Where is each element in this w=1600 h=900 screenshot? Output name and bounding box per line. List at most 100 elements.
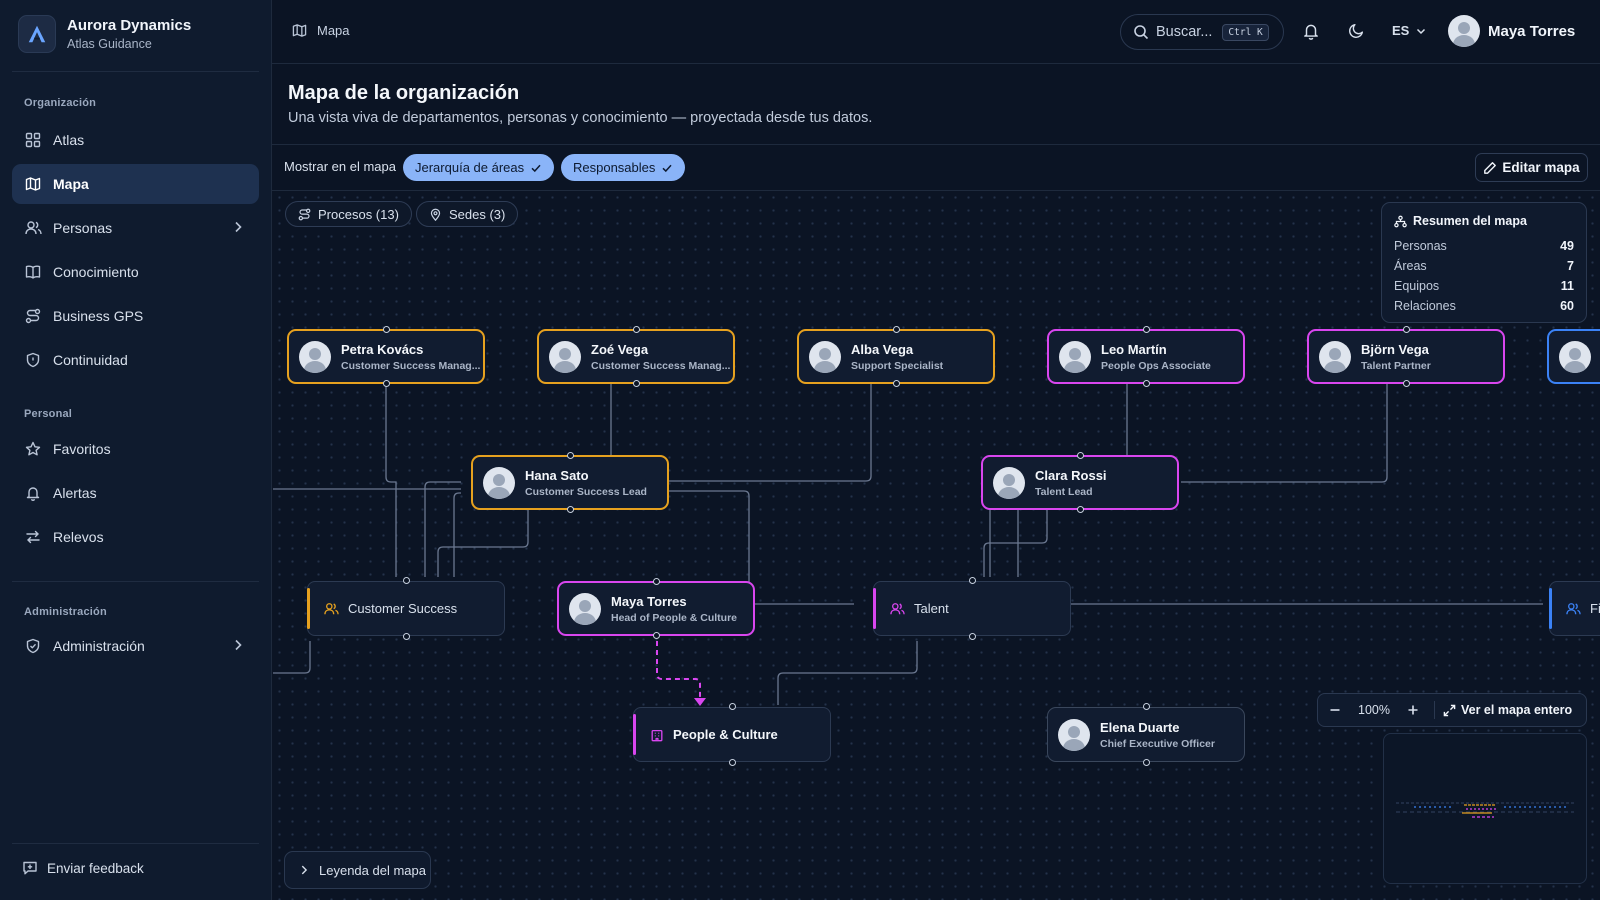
- avatar: [299, 340, 331, 373]
- zoom-in-button[interactable]: [1396, 704, 1430, 716]
- map-summary-panel: Resumen del mapa Personas 49 Áreas 7 Equip…: [1381, 202, 1587, 323]
- sidebar-item-label: Continuidad: [53, 352, 128, 368]
- summary-row: Relaciones 60: [1394, 296, 1574, 316]
- person-node[interactable]: Clara Rossi Talent Lead: [981, 452, 1179, 513]
- chip-responsables[interactable]: Responsables: [561, 154, 686, 181]
- chip-label: Responsables: [573, 160, 656, 175]
- route-icon: [298, 208, 311, 221]
- summary-value: 7: [1567, 259, 1574, 273]
- person-node[interactable]: Petra Kovács Customer Success Manag...: [287, 326, 485, 387]
- moon-icon[interactable]: [1348, 22, 1365, 39]
- summary-value: 11: [1560, 279, 1574, 293]
- tag-label: Procesos (13): [318, 206, 399, 222]
- handle[interactable]: [632, 326, 640, 333]
- map-legend-button[interactable]: Leyenda del mapa: [284, 851, 431, 889]
- user-name: Maya Torres: [1488, 22, 1576, 40]
- handle[interactable]: [632, 380, 640, 387]
- handle[interactable]: [968, 577, 976, 584]
- person-node[interactable]: Maya Torres Head of People & Culture: [557, 578, 755, 639]
- person-node[interactable]: [1547, 329, 1600, 384]
- person-name: Björn Vega: [1361, 341, 1429, 357]
- person-node[interactable]: Björn Vega Talent Partner: [1307, 326, 1505, 387]
- handle[interactable]: [892, 326, 900, 333]
- sidebar-item-continuidad[interactable]: Continuidad: [12, 340, 259, 380]
- handle[interactable]: [566, 452, 574, 459]
- zoom-level: 100%: [1358, 703, 1390, 717]
- users-icon: [324, 602, 339, 616]
- sidebar-item-conocimiento[interactable]: Conocimiento: [12, 252, 259, 292]
- handle[interactable]: [402, 577, 410, 584]
- handle[interactable]: [1076, 452, 1084, 459]
- handle[interactable]: [652, 632, 660, 639]
- person-name: Hana Sato: [525, 467, 589, 483]
- summary-row: Equipos 11: [1394, 276, 1574, 296]
- section-label-personal: Personal: [24, 408, 73, 420]
- sidebar-item-favoritos[interactable]: Favoritos: [12, 429, 259, 469]
- sidebar-item-administracion[interactable]: Administración: [12, 626, 259, 666]
- divider: [1434, 701, 1435, 719]
- handle[interactable]: [1142, 380, 1150, 387]
- sidebar-item-label: Relevos: [53, 529, 104, 545]
- chip-jerarquia-areas[interactable]: Jerarquía de áreas: [403, 154, 555, 181]
- minimap[interactable]: [1383, 733, 1587, 884]
- summary-title: Resumen del mapa: [1413, 214, 1527, 228]
- sidebar-item-relevos[interactable]: Relevos: [12, 517, 259, 557]
- feedback-button[interactable]: Enviar feedback: [22, 860, 144, 876]
- person-node[interactable]: Elena Duarte Chief Executive Officer: [1047, 703, 1245, 766]
- zoom-out-button[interactable]: [1318, 704, 1352, 716]
- brand-name: Aurora Dynamics: [67, 17, 192, 34]
- sidebar-item-alertas[interactable]: Alertas: [12, 473, 259, 513]
- summary-row: Personas 49: [1394, 236, 1574, 256]
- sidebar-item-personas[interactable]: Personas: [12, 208, 259, 248]
- person-node[interactable]: Leo Martín People Ops Associate: [1047, 326, 1245, 387]
- check-icon: [661, 162, 673, 174]
- summary-row: Áreas 7: [1394, 256, 1574, 276]
- sidebar-item-mapa[interactable]: Mapa: [12, 164, 259, 204]
- sidebar-item-atlas[interactable]: Atlas: [12, 120, 259, 160]
- handle[interactable]: [1076, 506, 1084, 513]
- area-node-customer-success[interactable]: Customer Success: [307, 577, 505, 640]
- person-node[interactable]: Hana Sato Customer Success Lead: [471, 452, 669, 513]
- arrows-icon: [24, 528, 42, 546]
- chevron-right-icon: [298, 864, 310, 876]
- tag-procesos[interactable]: Procesos (13): [285, 201, 412, 227]
- handle[interactable]: [892, 380, 900, 387]
- handle[interactable]: [1142, 326, 1150, 333]
- expand-icon: [1443, 704, 1456, 717]
- area-node-firm[interactable]: Firm: [1549, 581, 1600, 636]
- brand[interactable]: Aurora Dynamics Atlas Guidance: [18, 15, 191, 53]
- handle[interactable]: [728, 759, 736, 766]
- chevron-down-icon: [1415, 25, 1427, 37]
- sidebar-item-business-gps[interactable]: Business GPS: [12, 296, 259, 336]
- building-icon: [650, 728, 664, 742]
- handle[interactable]: [1142, 759, 1150, 766]
- avatar: [809, 340, 841, 373]
- handle[interactable]: [382, 380, 390, 387]
- notifications-bell-icon[interactable]: [1302, 22, 1320, 40]
- handle[interactable]: [728, 703, 736, 710]
- handle[interactable]: [382, 326, 390, 333]
- handle[interactable]: [402, 633, 410, 640]
- edit-map-button[interactable]: Editar mapa: [1475, 153, 1588, 182]
- handle[interactable]: [968, 633, 976, 640]
- handle[interactable]: [1402, 380, 1410, 387]
- person-node[interactable]: Alba Vega Support Specialist: [797, 326, 995, 387]
- handle[interactable]: [1142, 703, 1150, 710]
- fit-map-button[interactable]: Ver el mapa entero: [1443, 703, 1572, 717]
- area-node-talent[interactable]: Talent: [873, 577, 1071, 640]
- person-role: Talent Lead: [1035, 485, 1093, 498]
- avatar: [569, 592, 601, 625]
- handle[interactable]: [566, 506, 574, 513]
- user-menu[interactable]: Maya Torres: [1448, 15, 1575, 47]
- search-input[interactable]: Buscar... Ctrl K: [1120, 14, 1284, 50]
- handle[interactable]: [652, 578, 660, 585]
- summary-label: Áreas: [1394, 259, 1427, 273]
- person-node[interactable]: Zoé Vega Customer Success Manag...: [537, 326, 735, 387]
- tag-sedes[interactable]: Sedes (3): [416, 201, 519, 227]
- area-node-people-culture[interactable]: People & Culture: [633, 703, 831, 766]
- header-divider: [272, 144, 1600, 145]
- language-selector[interactable]: ES: [1392, 23, 1427, 38]
- users-icon: [1566, 602, 1581, 616]
- app-root: Aurora Dynamics Atlas Guidance Organizac…: [0, 0, 1600, 900]
- handle[interactable]: [1402, 326, 1410, 333]
